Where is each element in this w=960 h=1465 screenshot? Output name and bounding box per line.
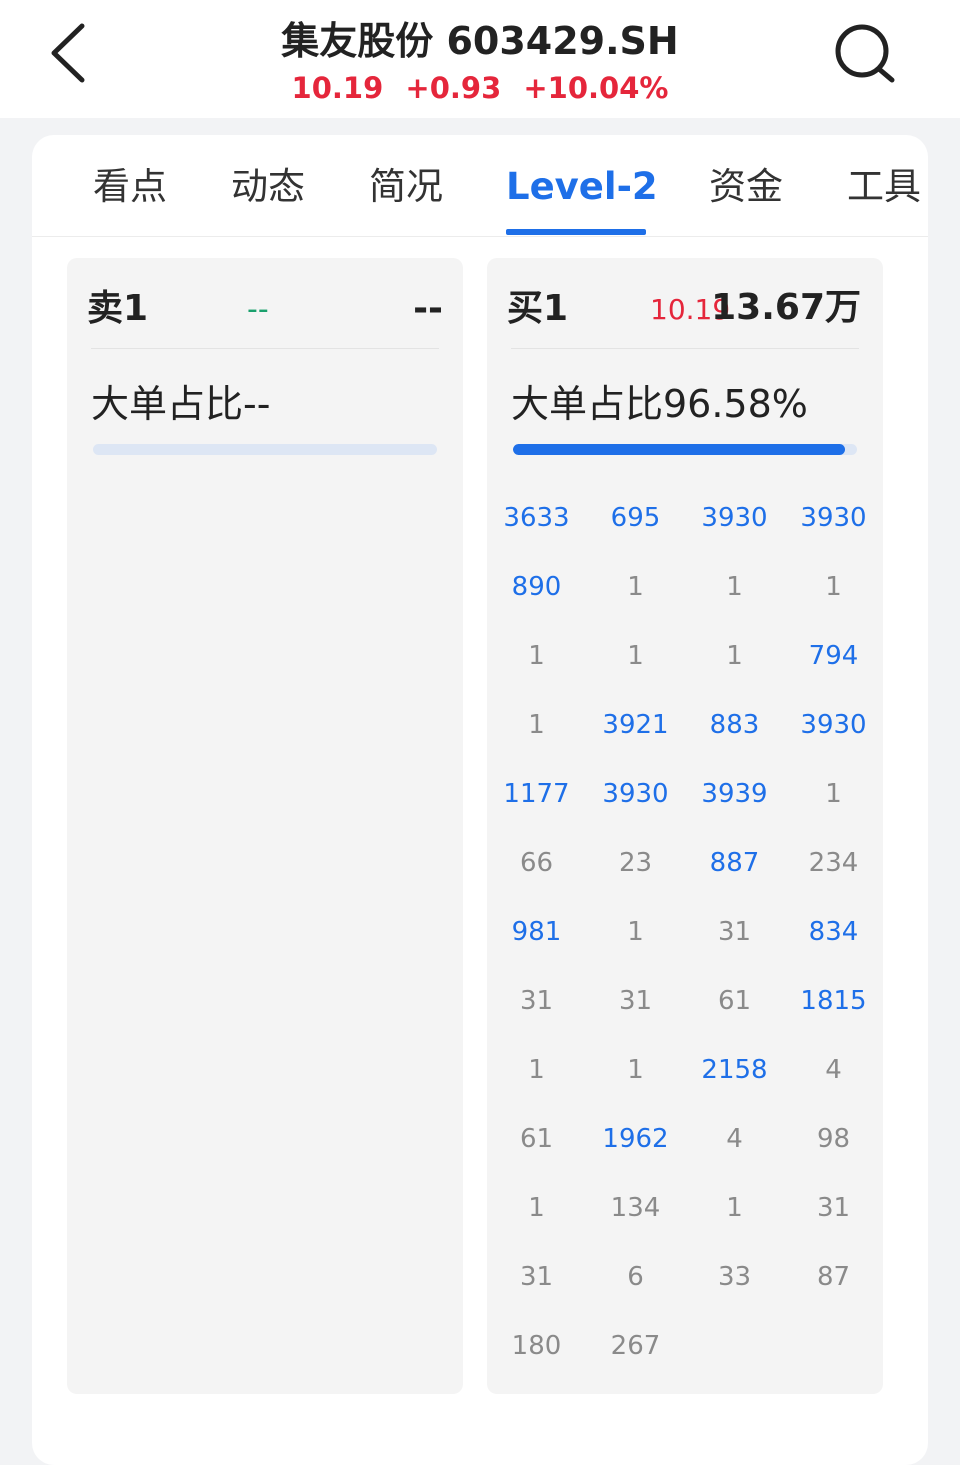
order-cell: 31 (618, 986, 653, 1016)
stock-quote: 10.19 +0.93 +10.04% (180, 70, 780, 106)
order-cell: 1 (726, 572, 743, 602)
chevron-left-icon (51, 23, 85, 83)
order-cell: 695 (610, 503, 661, 533)
content-card: 看点 动态 简况 Level-2 资金 工具 卖1 -- -- 大单占比-- 买… (32, 135, 928, 1465)
stock-title: 集友股份 603429.SH (281, 19, 679, 63)
order-cell: 3939 (701, 779, 768, 809)
order-cell: 794 (808, 641, 859, 671)
order-cell: 87 (816, 1262, 851, 1292)
stock-header: 集友股份 603429.SH 10.19 +0.93 +10.04% (0, 0, 960, 118)
order-cell: 1177 (503, 779, 570, 809)
sell-level-label: 卖1 (87, 288, 149, 329)
buy-volume: 13.67万 (711, 287, 861, 328)
order-cell: 4 (825, 1055, 842, 1085)
order-cell: 981 (511, 917, 562, 947)
order-cell: 3930 (800, 710, 867, 740)
search-button[interactable] (826, 18, 902, 88)
order-cell: 1 (726, 1193, 743, 1223)
sell-price: -- (247, 292, 269, 327)
order-cell: 1815 (800, 986, 867, 1016)
order-cell: 3930 (701, 503, 768, 533)
order-cell: 1 (528, 1055, 545, 1085)
sell-ratio-bar (93, 444, 437, 455)
buy-panel: 买1 10.19 13.67万 大单占比96.58% 3633 695 3930 39… (487, 258, 883, 1394)
order-cell: 61 (717, 986, 752, 1016)
order-cell: 834 (808, 917, 859, 947)
sell-panel: 卖1 -- -- 大单占比-- (67, 258, 463, 1394)
order-cell: 31 (519, 986, 554, 1016)
tab-highlights[interactable]: 看点 (93, 163, 167, 211)
order-cell: 1 (528, 1193, 545, 1223)
divider (91, 348, 439, 349)
order-cell: 1 (627, 917, 644, 947)
order-cell: 267 (610, 1331, 661, 1361)
order-cell: 66 (519, 848, 554, 878)
order-cell: 887 (709, 848, 760, 878)
tab-funds[interactable]: 资金 (709, 163, 783, 211)
tab-profile[interactable]: 简况 (369, 163, 443, 211)
order-cell: 31 (816, 1193, 851, 1223)
order-cell: 883 (709, 710, 760, 740)
divider (511, 348, 859, 349)
last-price: 10.19 (291, 71, 384, 105)
tab-level2[interactable]: Level-2 (506, 163, 658, 211)
order-cell: 1 (726, 641, 743, 671)
price-change-percent: +10.04% (523, 71, 669, 105)
order-cell: 1 (627, 572, 644, 602)
order-cell: 23 (618, 848, 653, 878)
tab-bar: 看点 动态 简况 Level-2 资金 工具 (32, 135, 928, 237)
order-cell: 98 (816, 1124, 851, 1154)
order-cell: 33 (717, 1262, 752, 1292)
order-cell: 890 (511, 572, 562, 602)
order-cell: 234 (808, 848, 859, 878)
order-cell: 1 (528, 710, 545, 740)
sell-volume: -- (413, 288, 443, 329)
order-cell: 3633 (503, 503, 570, 533)
back-button[interactable] (40, 18, 100, 88)
order-cell: 1 (528, 641, 545, 671)
active-tab-indicator (506, 229, 646, 235)
buy-ratio-bar (513, 444, 857, 455)
order-cell: 6 (627, 1262, 644, 1292)
order-cell: 61 (519, 1124, 554, 1154)
order-cell: 31 (717, 917, 752, 947)
tab-tools[interactable]: 工具 (847, 163, 921, 211)
order-cell: 31 (519, 1262, 554, 1292)
buy-ratio-bar-fill (513, 444, 846, 455)
order-cell: 1962 (602, 1124, 669, 1154)
order-cell: 1 (627, 1055, 644, 1085)
order-cell: 180 (511, 1331, 562, 1361)
order-cell: 1 (825, 779, 842, 809)
stock-title-block: 集友股份 603429.SH 10.19 +0.93 +10.04% (180, 14, 780, 106)
order-cell: 4 (726, 1124, 743, 1154)
sell-large-order-ratio: 大单占比-- (91, 382, 271, 426)
order-cell: 3930 (602, 779, 669, 809)
order-cell: 3921 (602, 710, 669, 740)
order-cell: 1 (825, 572, 842, 602)
tab-news[interactable]: 动态 (231, 163, 305, 211)
order-cell: 2158 (701, 1055, 768, 1085)
order-cell: 134 (610, 1193, 661, 1223)
buy-level-label: 买1 (507, 288, 569, 329)
buy-large-order-ratio: 大单占比96.58% (511, 382, 808, 426)
search-icon (835, 24, 895, 83)
order-cell: 3930 (800, 503, 867, 533)
price-change: +0.93 (405, 71, 502, 105)
order-cell: 1 (627, 641, 644, 671)
